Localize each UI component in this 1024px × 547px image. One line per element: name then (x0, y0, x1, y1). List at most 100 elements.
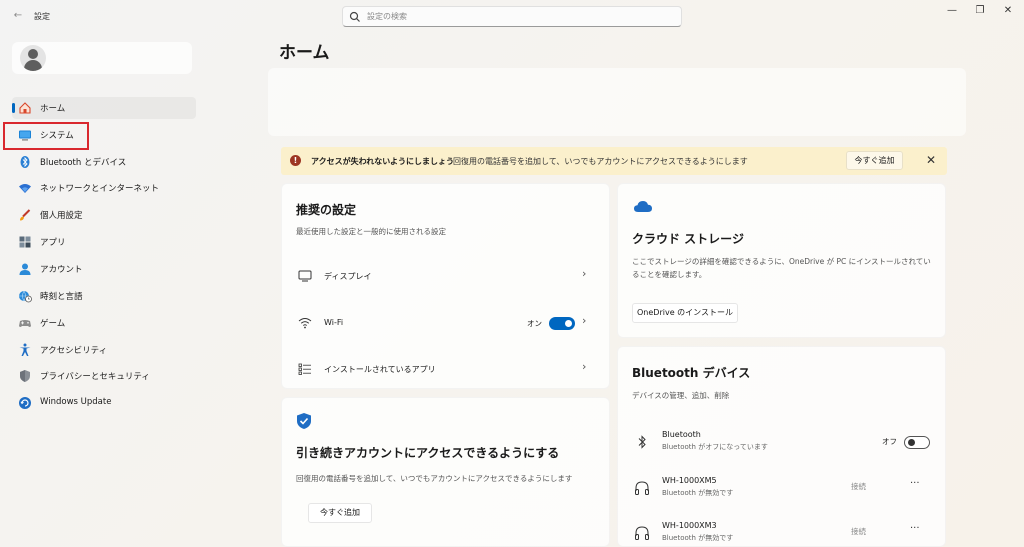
card-subtitle: 最近使用した設定と一般的に使用される設定 (296, 227, 446, 236)
alert-message: 回復用の電話番号を追加して、いつでもアカウントにアクセスできるようにします (453, 157, 748, 166)
shield-icon (20, 370, 30, 382)
maximize-button[interactable]: ❐ (970, 4, 990, 18)
connect-button[interactable]: 接続 (851, 526, 866, 537)
apps-icon (19, 236, 31, 248)
device-name: WH-1000XM5 (662, 476, 717, 485)
account-icon (19, 263, 31, 275)
sidebar-item-apps[interactable]: アプリ (12, 231, 196, 253)
card-subtitle: 回復用の電話番号を追加して、いつでもアカウントにアクセスできるようにします (296, 474, 573, 483)
alert-add-now-button[interactable]: 今すぐ追加 (846, 151, 903, 170)
card-description: ることを確認します。 (632, 270, 707, 279)
hero-banner (268, 68, 966, 136)
close-button[interactable]: ✕ (998, 4, 1018, 18)
card-description: ここでストレージの詳細を確認できるように、OneDrive が PC にインスト… (632, 257, 931, 266)
sidebar-item-network[interactable]: ネットワークとインターネット (12, 177, 196, 199)
sidebar-item-label: アクセシビリティ (40, 346, 108, 356)
setting-label: インストールされているアプリ (324, 365, 436, 374)
device-name: WH-1000XM3 (662, 521, 717, 530)
device-status: Bluetooth が無効です (662, 489, 734, 497)
shield-check-icon (297, 413, 311, 429)
device-status: Bluetooth が無効です (662, 534, 734, 542)
cloud-icon (634, 201, 652, 212)
globe-clock-icon (19, 290, 32, 303)
wifi-icon (19, 184, 31, 193)
toggle-state: オフ (882, 437, 897, 446)
headphones-icon (635, 481, 649, 495)
sidebar-item-windows-update[interactable]: Windows Update (12, 392, 196, 414)
active-indicator (12, 103, 15, 113)
search-box[interactable] (342, 6, 682, 27)
sidebar-item-label: アプリ (40, 238, 66, 248)
card-subtitle: デバイスの管理、追加、削除 (632, 391, 730, 400)
chevron-right-icon: › (582, 314, 587, 327)
headphones-icon (635, 526, 649, 540)
device-row[interactable]: WH-1000XM3 Bluetooth が無効です 接続 ··· (618, 513, 945, 546)
sidebar-item-gaming[interactable]: ゲーム (12, 312, 196, 334)
sidebar-item-label: アカウント (40, 265, 83, 275)
accessibility-icon (19, 343, 31, 356)
bluetooth-toggle-row: Bluetooth Bluetooth がオフになっています オフ (618, 422, 945, 462)
sidebar-item-label: プライバシーとセキュリティ (40, 372, 150, 382)
sidebar-item-label: ゲーム (40, 319, 66, 329)
sidebar-item-label: ネットワークとインターネット (40, 184, 160, 194)
sidebar-item-label: Windows Update (40, 397, 112, 407)
page-title: ホーム (279, 43, 330, 63)
sidebar-item-personalization[interactable]: 個人用設定 (12, 204, 196, 226)
chevron-right-icon: › (582, 267, 587, 280)
sidebar-item-label: Bluetooth とデバイス (40, 158, 127, 168)
device-row[interactable]: WH-1000XM5 Bluetooth が無効です 接続 ··· (618, 468, 945, 508)
sidebar-item-bluetooth[interactable]: Bluetooth とデバイス (12, 151, 196, 173)
bluetooth-toggle[interactable] (904, 436, 930, 449)
bluetooth-icon (638, 435, 646, 449)
setting-label: ディスプレイ (324, 272, 372, 281)
highlight-box (3, 122, 89, 150)
chevron-right-icon: › (582, 360, 587, 373)
wifi-icon (298, 318, 312, 329)
title-bar: ← 設定 — ❐ ✕ (0, 0, 1024, 32)
warning-icon: ! (290, 155, 301, 166)
install-onedrive-button[interactable]: OneDrive のインストール (632, 303, 738, 323)
sidebar-item-label: ホーム (40, 104, 66, 114)
search-input[interactable] (367, 9, 667, 24)
home-icon (19, 102, 31, 114)
alert-close-icon[interactable]: ✕ (925, 152, 937, 168)
sidebar-item-accessibility[interactable]: アクセシビリティ (12, 339, 196, 361)
more-options-icon[interactable]: ··· (910, 523, 920, 534)
card-title: 推奨の設定 (296, 203, 357, 217)
card-title: Bluetooth デバイス (632, 366, 751, 380)
minimize-button[interactable]: — (942, 4, 962, 18)
setting-label: Wi-Fi (324, 318, 344, 327)
wifi-toggle[interactable] (549, 317, 575, 330)
display-icon (298, 270, 312, 282)
more-options-icon[interactable]: ··· (910, 478, 920, 489)
user-profile[interactable] (12, 42, 192, 74)
bluetooth-icon (20, 156, 30, 168)
account-access-card: 引き続きアカウントにアクセスできるようにする 回復用の電話番号を追加して、いつで… (281, 397, 610, 547)
device-name: Bluetooth (662, 430, 701, 439)
card-title: 引き続きアカウントにアクセスできるようにする (296, 446, 560, 460)
recommended-settings-card: 推奨の設定 最近使用した設定と一般的に使用される設定 ディスプレイ › Wi-F… (281, 183, 610, 389)
sidebar-item-privacy[interactable]: プライバシーとセキュリティ (12, 365, 196, 387)
gamepad-icon (19, 320, 31, 327)
account-add-now-button[interactable]: 今すぐ追加 (308, 503, 372, 523)
sidebar-item-account[interactable]: アカウント (12, 258, 196, 280)
avatar (20, 45, 46, 71)
setting-row-wifi[interactable]: Wi-Fi オン › (282, 308, 609, 338)
app-title: 設定 (34, 12, 50, 21)
toggle-state: オン (527, 319, 542, 328)
card-title: クラウド ストレージ (632, 232, 744, 246)
setting-row-installed-apps[interactable]: インストールされているアプリ › (282, 354, 609, 384)
connect-button[interactable]: 接続 (851, 481, 866, 492)
sidebar-item-home[interactable]: ホーム (12, 97, 196, 119)
back-button[interactable]: ← (10, 8, 26, 24)
sidebar-item-label: 時刻と言語 (40, 292, 83, 302)
sidebar-item-label: 個人用設定 (40, 211, 83, 221)
cloud-storage-card: クラウド ストレージ ここでストレージの詳細を確認できるように、OneDrive… (617, 183, 946, 338)
bluetooth-devices-card: Bluetooth デバイス デバイスの管理、追加、削除 Bluetooth B… (617, 346, 946, 547)
update-icon (19, 397, 31, 409)
setting-row-display[interactable]: ディスプレイ › (282, 261, 609, 291)
sidebar-item-time-language[interactable]: 時刻と言語 (12, 285, 196, 307)
alert-banner: ! アクセスが失われないようにしましょう 回復用の電話番号を追加して、いつでもア… (281, 147, 947, 175)
search-icon (349, 11, 360, 22)
apps-list-icon (298, 363, 311, 375)
